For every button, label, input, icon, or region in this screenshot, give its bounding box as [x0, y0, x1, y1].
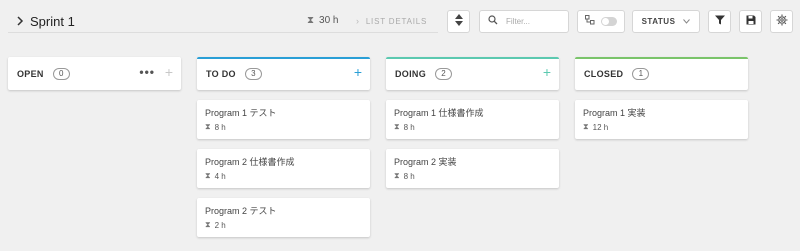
hourglass-icon: ⧗ [205, 171, 211, 180]
add-card-icon[interactable]: + [354, 65, 362, 79]
hourglass-icon: ⧗ [307, 15, 315, 26]
task-effort: ⧗ 8 h [394, 171, 551, 181]
column-count-badge: 0 [52, 67, 70, 80]
total-hours-value: 30 h [319, 15, 339, 26]
column-color-bar [575, 57, 748, 59]
task-effort: ⧗ 2 h [205, 220, 362, 230]
task-card[interactable]: Program 1 実装 ⧗ 12 h [575, 100, 748, 139]
task-effort: ⧗ 8 h [205, 122, 362, 132]
search-input[interactable]: Filter... [506, 17, 530, 26]
task-title: Program 2 仕様書作成 [205, 157, 295, 167]
chevron-right-icon: › [356, 16, 360, 26]
task-effort-value: 8 h [214, 122, 226, 132]
task-title: Program 2 テスト [205, 206, 277, 216]
column-header: OPEN 0 ••• + [8, 57, 181, 90]
task-title: Program 1 実装 [583, 108, 646, 118]
total-hours: ⧗ 30 h [307, 15, 339, 26]
column-color-bar [197, 57, 370, 59]
view-toggle[interactable] [577, 10, 625, 33]
settings-button[interactable] [770, 10, 793, 33]
column-closed: CLOSED 1 Program 1 実装 ⧗ 12 h [575, 57, 748, 139]
add-card-icon[interactable]: + [165, 65, 173, 79]
search-field[interactable]: Filter... [479, 10, 569, 33]
column-todo: TO DO 3 + Program 1 テスト ⧗ 8 h Program 2 … [197, 57, 370, 237]
column-doing: DOING 2 + Program 1 仕様書作成 ⧗ 8 h Program … [386, 57, 559, 188]
filter-icon [714, 15, 725, 28]
task-card[interactable]: Program 2 テスト ⧗ 2 h [197, 198, 370, 237]
column-color-bar [386, 57, 559, 59]
header-divider [8, 32, 438, 33]
sprint-selector[interactable]: Sprint 1 [16, 14, 75, 29]
task-effort: ⧗ 12 h [583, 122, 740, 132]
column-count-badge: 2 [435, 67, 453, 80]
task-effort-value: 4 h [214, 171, 226, 181]
column-title: TO DO [206, 68, 236, 79]
hourglass-icon: ⧗ [205, 122, 211, 131]
sort-icon [454, 14, 463, 29]
task-card[interactable]: Program 1 仕様書作成 ⧗ 8 h [386, 100, 559, 139]
task-effort-value: 2 h [214, 220, 226, 230]
column-count-badge: 3 [244, 67, 262, 80]
hierarchy-icon [585, 15, 595, 28]
more-options-icon[interactable]: ••• [139, 66, 155, 78]
card-list: Program 1 テスト ⧗ 8 h Program 2 仕様書作成 ⧗ 4 … [197, 100, 370, 237]
column-count-badge: 1 [632, 67, 650, 80]
chevron-down-icon [683, 17, 691, 26]
task-effort-value: 12 h [592, 122, 609, 132]
task-card[interactable]: Program 1 テスト ⧗ 8 h [197, 100, 370, 139]
task-card[interactable]: Program 2 実装 ⧗ 8 h [386, 149, 559, 188]
column-header: CLOSED 1 [575, 57, 748, 90]
status-label: STATUS [641, 17, 676, 26]
chevron-right-icon[interactable] [16, 15, 24, 29]
task-effort: ⧗ 8 h [394, 122, 551, 132]
gear-icon [776, 14, 788, 29]
card-list: Program 1 仕様書作成 ⧗ 8 h Program 2 実装 ⧗ 8 h [386, 100, 559, 188]
task-title: Program 1 仕様書作成 [394, 108, 484, 118]
hourglass-icon: ⧗ [583, 122, 589, 131]
list-details-label[interactable]: LIST DETAILS [366, 17, 427, 26]
column-title: DOING [395, 68, 427, 79]
sprint-title[interactable]: Sprint 1 [30, 14, 75, 29]
status-dropdown[interactable]: STATUS [632, 10, 700, 33]
hourglass-icon: ⧗ [205, 220, 211, 229]
search-icon [488, 15, 498, 28]
filter-button[interactable] [708, 10, 731, 33]
hourglass-icon: ⧗ [394, 122, 400, 131]
task-effort-value: 8 h [403, 122, 415, 132]
column-header: TO DO 3 + [197, 57, 370, 90]
column-title: OPEN [17, 68, 44, 79]
card-list: Program 1 実装 ⧗ 12 h [575, 100, 748, 139]
task-effort-value: 8 h [403, 171, 415, 181]
sort-button[interactable] [447, 10, 470, 33]
list-details-link[interactable]: › LIST DETAILS [356, 16, 427, 26]
column-header: DOING 2 + [386, 57, 559, 90]
save-button[interactable] [739, 10, 762, 33]
toggle-switch[interactable] [601, 17, 617, 26]
add-card-icon[interactable]: + [543, 65, 551, 79]
hourglass-icon: ⧗ [394, 171, 400, 180]
task-effort: ⧗ 4 h [205, 171, 362, 181]
save-icon [746, 15, 756, 28]
column-open: OPEN 0 ••• + [8, 57, 181, 90]
task-title: Program 2 実装 [394, 157, 457, 167]
task-title: Program 1 テスト [205, 108, 277, 118]
task-card[interactable]: Program 2 仕様書作成 ⧗ 4 h [197, 149, 370, 188]
column-title: CLOSED [584, 68, 624, 79]
board-header: Sprint 1 ⧗ 30 h › LIST DETAILS Filter...… [0, 0, 800, 44]
